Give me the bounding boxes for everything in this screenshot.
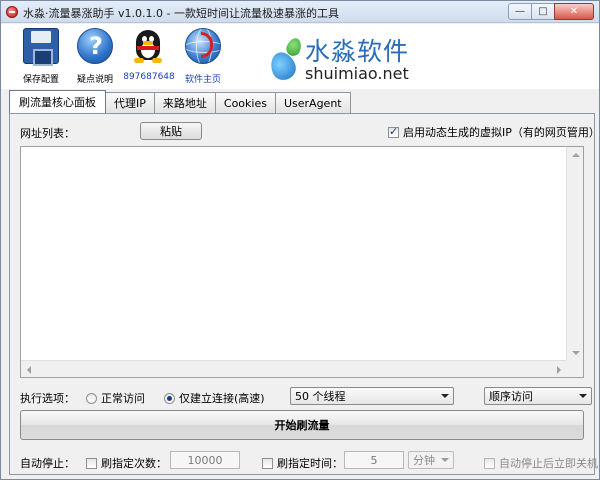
connect-only-label: 仅建立连接(高速): [179, 392, 265, 405]
homepage-button[interactable]: 软件主页: [171, 28, 235, 85]
tab-cookies[interactable]: Cookies: [214, 92, 276, 113]
scroll-corner: [566, 360, 583, 377]
scroll-right-arrow-icon[interactable]: [557, 366, 561, 374]
chevron-down-icon: [441, 458, 449, 462]
count-input[interactable]: 10000: [170, 451, 240, 469]
count-label: 刷指定次数：: [101, 457, 167, 470]
virtual-ip-option[interactable]: 启用动态生成的虚拟IP（有的网页管用）: [388, 124, 600, 140]
time-checkbox[interactable]: [262, 458, 273, 469]
window-title: 水淼·流量暴涨助手 v1.0.1.0 - 一款短时间让流量极速暴涨的工具: [23, 7, 339, 20]
brand-logo: 水淼软件 shuimiao.net: [266, 28, 419, 86]
virtual-ip-label: 启用动态生成的虚拟IP（有的网页管用）: [403, 126, 600, 139]
order-value: 顺序访问: [489, 390, 533, 403]
tab-strip: 刷流量核心面板 代理IP 来路地址 Cookies UserAgent: [9, 90, 351, 113]
tab-referer[interactable]: 来路地址: [153, 92, 216, 113]
url-list-textarea[interactable]: [20, 146, 584, 378]
qq-penguin-icon: [131, 28, 167, 64]
url-list-label: 网址列表：: [20, 127, 75, 140]
time-unit-value: 分钟: [413, 454, 435, 467]
time-label: 刷指定时间：: [277, 457, 343, 470]
window-controls: — □ ✕: [508, 3, 594, 20]
time-unit-select[interactable]: 分钟: [408, 451, 454, 469]
tab-proxy-ip[interactable]: 代理IP: [105, 92, 155, 113]
virtual-ip-checkbox[interactable]: [388, 125, 399, 138]
connect-only-radio[interactable]: [164, 393, 175, 404]
app-window: 水淼·流量暴涨助手 v1.0.1.0 - 一款短时间让流量极速暴涨的工具 — □…: [0, 0, 600, 480]
core-panel: 网址列表： 粘贴 启用动态生成的虚拟IP（有的网页管用） 执行选项： 正常访问 …: [9, 113, 600, 475]
shutdown-label: 自动停止后立即关机: [499, 457, 598, 470]
vertical-scrollbar[interactable]: [566, 147, 583, 361]
shutdown-checkbox[interactable]: [484, 458, 495, 469]
normal-visit-label: 正常访问: [101, 392, 145, 405]
normal-visit-radio[interactable]: [86, 393, 97, 404]
chevron-down-icon: [441, 394, 449, 398]
threads-select[interactable]: 50 个线程: [290, 387, 454, 405]
time-option[interactable]: 刷指定时间：: [262, 455, 343, 471]
title-bar[interactable]: 水淼·流量暴涨助手 v1.0.1.0 - 一款短时间让流量极速暴涨的工具 — □…: [1, 1, 599, 23]
scroll-up-arrow-icon[interactable]: [572, 153, 580, 157]
floppy-disk-icon: [23, 28, 59, 66]
brand-name-cn: 水淼软件: [305, 37, 410, 66]
close-button[interactable]: ✕: [554, 3, 594, 20]
exec-options-label: 执行选项：: [20, 392, 75, 405]
app-icon: [6, 6, 18, 18]
brand-name-en: shuimiao.net: [305, 64, 409, 83]
scroll-left-arrow-icon[interactable]: [27, 366, 31, 374]
horizontal-scrollbar[interactable]: [21, 360, 567, 377]
normal-visit-option[interactable]: 正常访问: [86, 390, 145, 406]
threads-value: 50 个线程: [295, 390, 346, 403]
connect-only-option[interactable]: 仅建立连接(高速): [164, 390, 265, 406]
auto-stop-label: 自动停止：: [20, 457, 75, 470]
count-option[interactable]: 刷指定次数：: [86, 455, 167, 471]
chevron-down-icon: [579, 394, 587, 398]
water-drop-icon: [266, 36, 304, 84]
toolbar: 保存配置 ? 疑点说明 897687648 软件主页 水淼软件 shuimiao…: [1, 24, 599, 89]
paste-button[interactable]: 粘贴: [140, 122, 202, 140]
homepage-label: 软件主页: [184, 75, 221, 85]
tab-core-panel[interactable]: 刷流量核心面板: [9, 90, 106, 113]
tab-useragent[interactable]: UserAgent: [274, 92, 351, 113]
question-mark-icon: ?: [77, 28, 113, 64]
start-button[interactable]: 开始刷流量: [20, 410, 584, 440]
order-select[interactable]: 顺序访问: [484, 387, 592, 405]
count-checkbox[interactable]: [86, 458, 97, 469]
maximize-button[interactable]: □: [531, 3, 555, 20]
time-input[interactable]: 5: [344, 451, 404, 469]
minimize-button[interactable]: —: [508, 3, 532, 20]
shutdown-option[interactable]: 自动停止后立即关机: [484, 455, 598, 471]
scroll-down-arrow-icon[interactable]: [572, 351, 580, 355]
